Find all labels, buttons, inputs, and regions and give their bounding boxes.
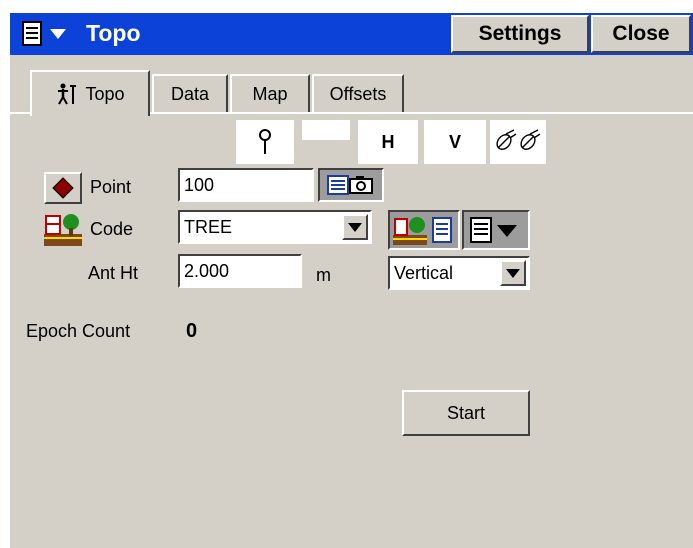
measure-method-select[interactable]: Vertical: [388, 256, 530, 290]
code-list-button[interactable]: [388, 210, 460, 250]
tab-map[interactable]: Map: [230, 74, 310, 112]
status-v-label: V: [448, 131, 461, 152]
tab-data-label: Data: [170, 83, 210, 104]
code-dropdown-button[interactable]: [342, 214, 368, 240]
ant-ht-unit: m: [316, 265, 331, 285]
measure-method-dropdown-button[interactable]: [500, 260, 526, 286]
list-menu-icon: [470, 217, 517, 243]
feature-list-icon: [393, 217, 452, 245]
epoch-count-value: 0: [186, 320, 198, 342]
surveyor-icon: [58, 83, 77, 105]
status-blank-cell: [302, 120, 350, 140]
status-v-cell: V: [424, 120, 486, 164]
pin-icon: [259, 129, 271, 154]
status-h-label: H: [381, 131, 395, 152]
ant-ht-input[interactable]: 2.000: [178, 254, 302, 288]
tab-topo[interactable]: Topo: [30, 70, 150, 116]
chevron-down-icon: [348, 222, 362, 232]
close-button[interactable]: Close: [591, 15, 691, 53]
point-list-camera-button[interactable]: [318, 168, 384, 202]
tab-map-label: Map: [252, 83, 288, 104]
tab-topo-label: Topo: [85, 83, 125, 104]
chevron-down-icon: [506, 268, 520, 278]
point-type-button[interactable]: [44, 172, 82, 204]
window-menu-button[interactable]: [12, 16, 76, 52]
satellite-icon: [496, 129, 541, 150]
tab-data[interactable]: Data: [152, 74, 228, 112]
list-menu-icon: [22, 21, 42, 46]
settings-button[interactable]: Settings: [451, 15, 589, 53]
list-camera-icon: [327, 175, 373, 195]
point-input[interactable]: 100: [178, 168, 314, 202]
measure-method-value: Vertical: [394, 263, 454, 283]
content-panel: [10, 55, 693, 548]
code-label: Code: [90, 219, 134, 239]
code-menu-button[interactable]: [462, 210, 530, 250]
diamond-point-icon: [52, 177, 74, 199]
status-satellite-cell: [490, 120, 546, 164]
tab-offsets[interactable]: Offsets: [312, 74, 404, 112]
tab-offsets-label: Offsets: [329, 83, 387, 104]
window-title: Topo: [86, 20, 141, 46]
status-position-cell: [236, 120, 294, 164]
ant-ht-label: Ant Ht: [88, 263, 139, 283]
epoch-count-label: Epoch Count: [26, 321, 131, 341]
point-label: Point: [90, 177, 132, 197]
feature-code-icon: [44, 214, 82, 246]
code-combobox[interactable]: TREE: [178, 210, 372, 244]
start-button[interactable]: Start: [402, 390, 530, 436]
app-window: Topo Settings Close Topo Data Map Offset…: [0, 0, 693, 548]
code-value: TREE: [184, 217, 233, 237]
chevron-down-icon: [50, 29, 66, 39]
status-h-cell: H: [358, 120, 418, 164]
